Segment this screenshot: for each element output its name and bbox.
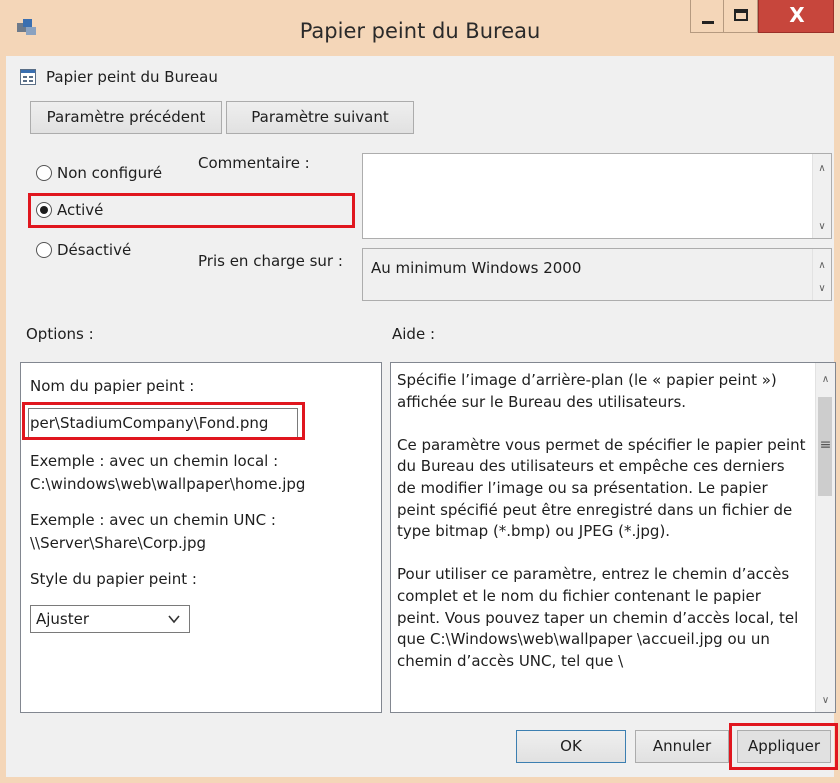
apply-button[interactable]: Appliquer bbox=[737, 730, 831, 763]
minimize-icon bbox=[702, 21, 714, 24]
wallpaper-name-label: Nom du papier peint : bbox=[30, 377, 195, 395]
radio-label: Activé bbox=[57, 201, 104, 219]
wallpaper-name-input[interactable]: per\StadiumCompany\Fond.png bbox=[28, 408, 298, 438]
scroll-down-icon[interactable]: ∨ bbox=[816, 694, 835, 708]
options-header: Options : bbox=[26, 325, 94, 343]
radio-enabled[interactable]: Activé bbox=[36, 198, 103, 222]
grip-icon: ≡ bbox=[819, 437, 832, 453]
scroll-up-icon[interactable]: ∧ bbox=[816, 373, 835, 387]
supported-on-label: Pris en charge sur : bbox=[198, 252, 343, 270]
title-bar[interactable]: Papier peint du Bureau X bbox=[0, 0, 840, 56]
supported-on-value: Au minimum Windows 2000 bbox=[371, 259, 582, 277]
supported-on-scrollbar[interactable]: ∧ ∨ bbox=[812, 249, 831, 300]
scroll-up-icon[interactable]: ∧ bbox=[813, 259, 831, 273]
help-paragraph: Spécifie l’image d’arrière-plan (le « pa… bbox=[397, 371, 777, 411]
chevron-down-icon bbox=[168, 615, 180, 624]
radio-circle[interactable] bbox=[36, 242, 52, 258]
example-unc-value: \\Server\Share\Corp.jpg bbox=[30, 534, 207, 552]
help-paragraph: Pour utiliser ce paramètre, entrez le ch… bbox=[397, 565, 799, 670]
radio-label: Non configuré bbox=[57, 164, 163, 182]
example-local-value: C:\windows\web\wallpaper\home.jpg bbox=[30, 475, 306, 493]
cancel-button[interactable]: Annuler bbox=[635, 730, 729, 763]
radio-not-configured[interactable]: Non configuré bbox=[36, 161, 162, 185]
radio-label: Désactivé bbox=[57, 241, 132, 259]
policy-title: Papier peint du Bureau bbox=[46, 68, 218, 86]
previous-setting-button[interactable]: Paramètre précédent bbox=[30, 101, 222, 134]
policy-dialog: Papier peint du Bureau X Papier peint du… bbox=[0, 0, 840, 783]
options-panel: Nom du papier peint : per\StadiumCompany… bbox=[20, 362, 382, 713]
wallpaper-style-select[interactable]: Ajuster bbox=[30, 605, 190, 633]
wallpaper-name-value: per\StadiumCompany\Fond.png bbox=[30, 414, 269, 432]
help-paragraph: Ce paramètre vous permet de spécifier le… bbox=[397, 435, 806, 541]
supported-on-field: Au minimum Windows 2000 ∧ ∨ bbox=[362, 248, 832, 301]
example-unc-label: Exemple : avec un chemin UNC : bbox=[30, 511, 276, 529]
help-header: Aide : bbox=[392, 325, 436, 343]
style-label: Style du papier peint : bbox=[30, 570, 197, 588]
ok-button[interactable]: OK bbox=[516, 730, 626, 763]
comment-label: Commentaire : bbox=[198, 154, 310, 172]
maximize-icon bbox=[734, 9, 748, 21]
help-scrollbar[interactable]: ∧ ≡ ∨ bbox=[815, 363, 835, 712]
next-setting-button[interactable]: Paramètre suivant bbox=[226, 101, 414, 134]
scroll-down-icon[interactable]: ∨ bbox=[813, 282, 831, 296]
radio-circle[interactable] bbox=[36, 165, 52, 181]
scroll-up-icon[interactable]: ∧ bbox=[813, 162, 831, 176]
scroll-down-icon[interactable]: ∨ bbox=[813, 220, 831, 234]
help-text: Spécifie l’image d’arrière-plan (le « pa… bbox=[397, 370, 807, 694]
maximize-button[interactable] bbox=[724, 0, 758, 33]
close-button[interactable]: X bbox=[758, 0, 834, 33]
example-local-label: Exemple : avec un chemin local : bbox=[30, 452, 279, 470]
policy-setting-icon bbox=[20, 69, 36, 85]
help-panel: Spécifie l’image d’arrière-plan (le « pa… bbox=[390, 362, 836, 713]
radio-disabled[interactable]: Désactivé bbox=[36, 238, 131, 262]
comment-scrollbar[interactable]: ∧ ∨ bbox=[812, 154, 831, 238]
comment-field[interactable]: ∧ ∨ bbox=[362, 153, 832, 239]
minimize-button[interactable] bbox=[690, 0, 724, 33]
radio-circle[interactable] bbox=[36, 202, 52, 218]
wallpaper-style-value: Ajuster bbox=[36, 610, 90, 628]
close-icon: X bbox=[789, 3, 805, 27]
